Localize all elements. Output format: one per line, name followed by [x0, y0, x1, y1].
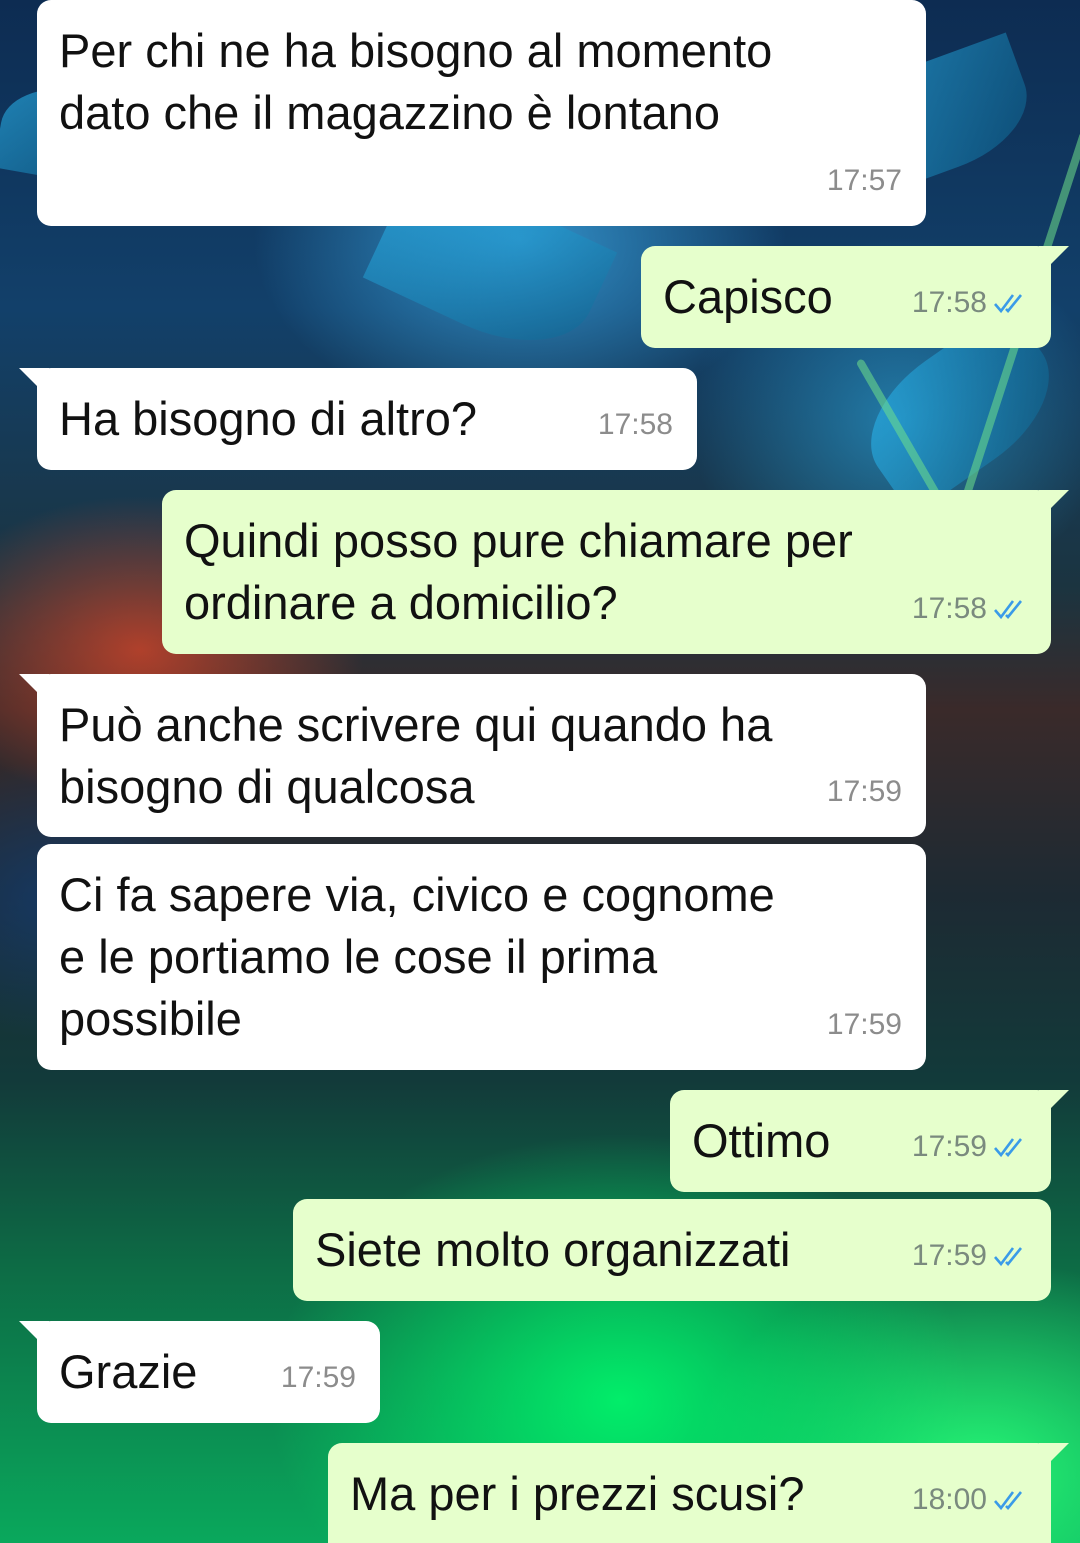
outgoing-message[interactable]: Capisco 17:58	[641, 246, 1069, 348]
bubble-tail	[1039, 490, 1069, 520]
double-check-icon	[993, 598, 1027, 620]
message-meta: 17:59	[827, 761, 902, 823]
bubble-tail	[19, 368, 49, 398]
outgoing-message[interactable]: Siete molto organizzati 17:59	[293, 1199, 1051, 1301]
message-time: 17:59	[911, 1239, 987, 1272]
message-meta: 17:59	[912, 1116, 1027, 1178]
message-meta: 17:59	[281, 1347, 356, 1409]
message-meta: 18:00	[912, 1469, 1027, 1531]
message-text: Quindi posso pure chiamare per ordinare …	[184, 514, 853, 629]
outgoing-message[interactable]: Ma per i prezzi scusi? 18:00	[328, 1443, 1069, 1543]
outgoing-message[interactable]: Quindi posso pure chiamare per ordinare …	[162, 490, 1069, 654]
message-text: Ci fa sapere via, civico e cognome e le …	[59, 868, 775, 1045]
message-text: Per chi ne ha bisogno al momento dato ch…	[59, 24, 773, 139]
message-meta: 17:58	[912, 272, 1027, 334]
message-meta: 17:59	[827, 994, 902, 1056]
incoming-message[interactable]: Grazie 17:59	[19, 1321, 380, 1423]
double-check-icon	[993, 1245, 1027, 1267]
message-time: 17:58	[597, 408, 673, 441]
incoming-message[interactable]: Ha bisogno di altro? 17:58	[19, 368, 697, 470]
message-list[interactable]: Per chi ne ha bisogno al momento dato ch…	[0, 0, 1080, 1543]
bubble-tail	[19, 1321, 49, 1351]
incoming-message[interactable]: Per chi ne ha bisogno al momento dato ch…	[37, 0, 926, 226]
message-time: 17:57	[826, 164, 902, 197]
message-time: 17:59	[826, 775, 902, 808]
message-time: 17:59	[911, 1130, 987, 1163]
message-meta: 17:58	[598, 394, 673, 456]
message-text: Può anche scrivere qui quando ha bisogno…	[59, 698, 773, 813]
bubble-tail	[1039, 1443, 1069, 1473]
message-time: 17:59	[280, 1361, 356, 1394]
incoming-message[interactable]: Può anche scrivere qui quando ha bisogno…	[19, 674, 926, 837]
message-time: 17:59	[826, 1008, 902, 1041]
message-meta: 17:58	[912, 578, 1027, 640]
message-meta: 17:59	[912, 1225, 1027, 1287]
bubble-tail	[1039, 246, 1069, 276]
double-check-icon	[993, 1489, 1027, 1511]
message-time: 17:58	[911, 592, 987, 625]
message-time: 18:00	[911, 1483, 987, 1516]
bubble-tail	[1039, 1090, 1069, 1120]
message-meta: 17:57	[827, 150, 902, 212]
message-time: 17:58	[911, 286, 987, 319]
bubble-tail	[19, 674, 49, 704]
message-text: Ha bisogno di altro?	[59, 392, 478, 445]
double-check-icon	[993, 292, 1027, 314]
outgoing-message[interactable]: Ottimo 17:59	[670, 1090, 1069, 1192]
incoming-message[interactable]: Ci fa sapere via, civico e cognome e le …	[37, 844, 926, 1070]
double-check-icon	[993, 1136, 1027, 1158]
